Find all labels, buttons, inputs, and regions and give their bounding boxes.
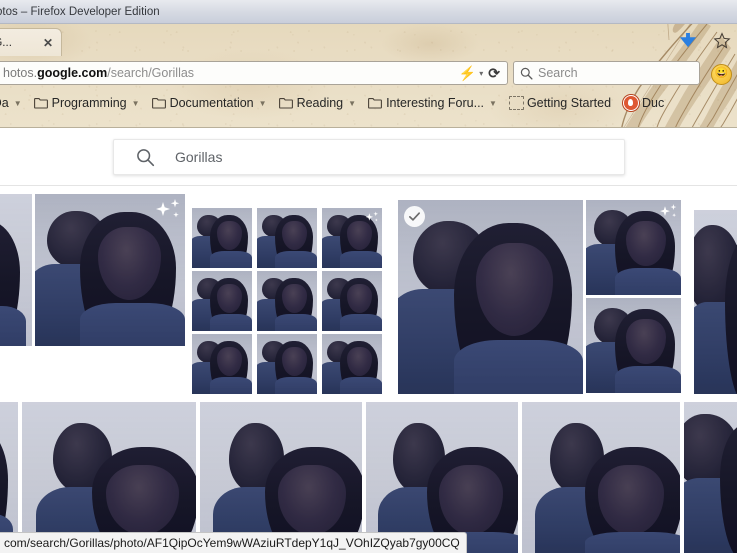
folder-icon xyxy=(34,97,48,109)
photo-row1-3[interactable] xyxy=(257,208,317,268)
tab-title: as - G... xyxy=(0,37,41,49)
photo-row1-12[interactable] xyxy=(586,200,681,295)
check-icon xyxy=(408,210,421,223)
chevron-down-icon[interactable]: ▼ xyxy=(259,99,267,108)
photo-row1-1[interactable] xyxy=(35,194,185,346)
photo-row2-0[interactable] xyxy=(0,402,18,553)
photos-search-box[interactable]: Gorillas xyxy=(113,139,625,175)
photo-row1-8[interactable] xyxy=(192,334,252,394)
photo-row1-4[interactable] xyxy=(322,208,382,268)
search-placeholder: Search xyxy=(538,66,578,80)
bookmark-item-getting-started[interactable]: Getting Started xyxy=(509,96,611,110)
folder-icon xyxy=(279,97,293,109)
photo-row2-1[interactable] xyxy=(22,402,196,553)
chevron-down-icon[interactable]: ▼ xyxy=(14,99,22,108)
lightning-bolt-icon[interactable]: ⚡ xyxy=(459,66,476,80)
bookmark-label: Oa xyxy=(0,96,9,110)
url-prefix: hotos. xyxy=(3,66,37,80)
url-domain: google.com xyxy=(37,66,107,80)
photo-row2-2[interactable] xyxy=(200,402,362,553)
close-icon[interactable]: ✕ xyxy=(41,37,55,49)
chevron-down-icon[interactable]: ▼ xyxy=(132,99,140,108)
bookmark-label: Reading xyxy=(297,96,344,110)
status-bar-link: com/search/Gorillas/photo/AF1QipOcYem9wW… xyxy=(0,532,467,553)
url-path: /search/Gorillas xyxy=(107,66,194,80)
navigation-toolbar: hotos.google.com/search/Gorillas ⚡ ▾ ⟳ S… xyxy=(0,58,737,88)
bookmark-item-documentation[interactable]: Documentation ▼ xyxy=(152,96,267,110)
photo-row1-7[interactable] xyxy=(322,271,382,331)
photo-row1-2[interactable] xyxy=(192,208,252,268)
bookmark-item-programming[interactable]: Programming ▼ xyxy=(34,96,140,110)
window-titlebar: otos – Firefox Developer Edition xyxy=(0,0,737,24)
folder-icon xyxy=(152,97,166,109)
photo-row1-6[interactable] xyxy=(257,271,317,331)
page-content: Gorillas xyxy=(0,128,737,553)
browser-tab-google-photos[interactable]: as - G... ✕ xyxy=(0,28,62,56)
tab-strip: as - G... ✕ xyxy=(0,24,737,56)
placeholder-favicon-icon xyxy=(509,96,524,110)
browser-chrome: as - G... ✕ hotos.google.com/search/Gori… xyxy=(0,24,737,128)
photo-row2-5[interactable] xyxy=(684,402,737,553)
photo-row1-9[interactable] xyxy=(257,334,317,394)
select-photo-button[interactable] xyxy=(404,206,425,227)
bookmark-item-interesting-foru[interactable]: Interesting Foru... ▼ xyxy=(368,96,497,110)
photo-row1-0[interactable] xyxy=(0,194,32,346)
bookmark-label: Programming xyxy=(52,96,127,110)
photo-row2-3[interactable] xyxy=(366,402,518,553)
duckduckgo-icon xyxy=(623,95,639,111)
reload-icon[interactable]: ⟳ xyxy=(488,65,500,82)
chevron-down-icon[interactable]: ▼ xyxy=(348,99,356,108)
bookmark-label: Getting Started xyxy=(527,96,611,110)
url-bar[interactable]: hotos.google.com/search/Gorillas ⚡ ▾ ⟳ xyxy=(0,61,508,85)
url-text: hotos.google.com/search/Gorillas xyxy=(3,66,457,80)
google-photos-search-header: Gorillas xyxy=(0,128,737,186)
photo-row1-14[interactable] xyxy=(694,210,737,394)
photo-row1-11[interactable] xyxy=(398,200,583,394)
photo-row2-4[interactable] xyxy=(522,402,680,553)
photos-search-value: Gorillas xyxy=(175,149,222,165)
photo-grid xyxy=(0,186,737,553)
chevron-down-icon[interactable]: ▼ xyxy=(489,99,497,108)
bookmark-item-duc[interactable]: Duc xyxy=(623,95,664,111)
photo-row1-10[interactable] xyxy=(322,334,382,394)
bookmark-star-icon[interactable] xyxy=(713,32,731,50)
bookmark-item-reading[interactable]: Reading ▼ xyxy=(279,96,357,110)
bookmark-label: Interesting Foru... xyxy=(386,96,484,110)
search-icon xyxy=(520,67,533,80)
smiley-face-icon[interactable]: 😀 xyxy=(711,64,732,85)
window-title: otos – Firefox Developer Edition xyxy=(0,6,160,18)
photo-row1-5[interactable] xyxy=(192,271,252,331)
bookmark-label: Duc xyxy=(642,96,664,110)
photo-row1-13[interactable] xyxy=(586,298,681,393)
bookmark-item-oa[interactable]: Oa ▼ xyxy=(0,96,22,110)
browser-search-bar[interactable]: Search xyxy=(513,61,700,85)
bookmarks-toolbar: Oa▼Programming▼Documentation▼Reading▼Int… xyxy=(0,90,737,116)
chevron-down-icon[interactable]: ▾ xyxy=(479,69,483,78)
folder-icon xyxy=(368,97,382,109)
browser-window: otos – Firefox Developer Edition xyxy=(0,0,737,553)
download-arrow-icon[interactable] xyxy=(679,32,697,50)
search-icon xyxy=(136,148,155,167)
bookmark-label: Documentation xyxy=(170,96,254,110)
